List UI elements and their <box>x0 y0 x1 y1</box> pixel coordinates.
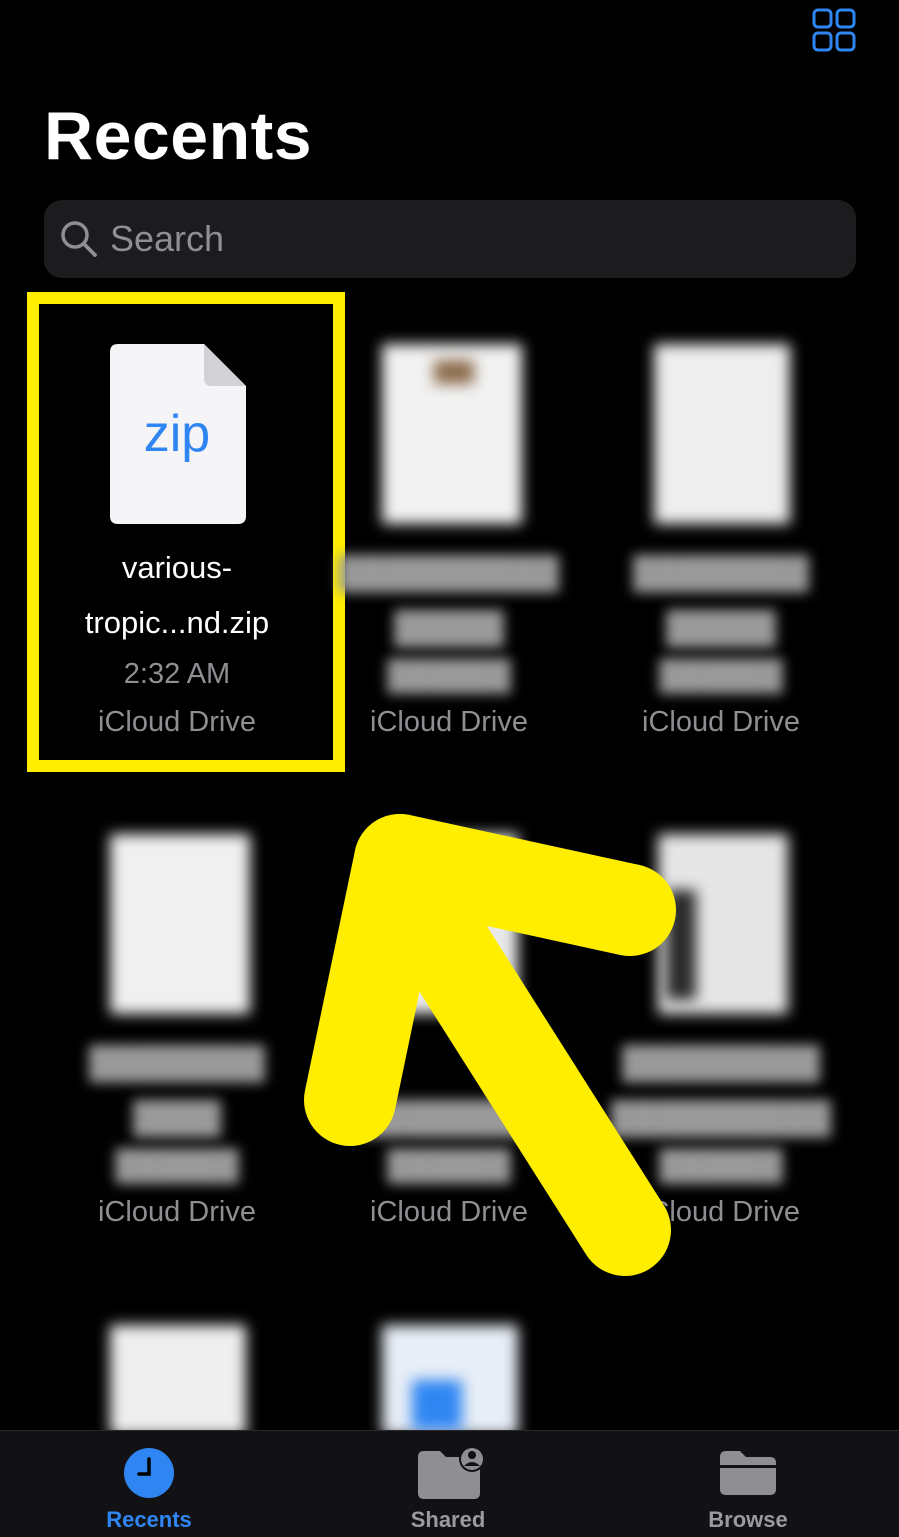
tab-label: Recents <box>106 1507 192 1532</box>
blurred-file-time: ██████ <box>115 1150 239 1182</box>
tab-shared[interactable]: Shared <box>348 1431 548 1537</box>
thumbnail-detail <box>434 360 474 384</box>
shared-folder-icon <box>418 1446 485 1499</box>
blurred-file-name: ████████ <box>89 1045 265 1080</box>
file-tile[interactable]: ██████████ █████ ██████ iCloud Drive <box>314 300 584 760</box>
tab-label: Browse <box>708 1507 788 1532</box>
search-field[interactable]: Search <box>44 200 856 278</box>
folder-icon <box>720 1451 776 1495</box>
blurred-file-name: █████ <box>666 610 776 645</box>
document-thumbnail <box>110 834 250 1014</box>
document-thumbnail <box>654 344 790 524</box>
thumbnail-detail <box>412 1380 462 1430</box>
tab-browse[interactable]: Browse <box>648 1431 848 1537</box>
file-tile[interactable]: ████████ █████ ██████ iCloud Drive <box>586 300 856 760</box>
file-tile[interactable]: ████████ ████ ██████ iCloud Drive <box>42 790 312 1250</box>
clock-icon <box>124 1448 174 1498</box>
arrow-annotation <box>304 814 676 1276</box>
tab-label: Shared <box>410 1507 486 1532</box>
file-location: iCloud Drive <box>642 706 800 738</box>
highlight-box <box>27 292 345 772</box>
grid-icon[interactable] <box>812 8 856 52</box>
blurred-file-name: ██████████ <box>339 555 559 590</box>
blurred-file-name: ████ <box>133 1100 221 1135</box>
file-location: iCloud Drive <box>370 706 528 738</box>
blurred-file-time: ██████ <box>387 660 511 692</box>
file-location: iCloud Drive <box>98 1196 256 1228</box>
blurred-file-name: █████ <box>394 610 504 645</box>
search-icon <box>61 221 97 257</box>
document-thumbnail[interactable] <box>110 1325 246 1435</box>
search-placeholder: Search <box>110 218 225 259</box>
tab-bar: Recents Shared Browse <box>0 1430 899 1537</box>
page-title: Recents <box>44 98 313 174</box>
tab-recents[interactable]: Recents <box>49 1431 249 1537</box>
blurred-file-time: ██████ <box>659 660 783 692</box>
blurred-file-name: ████████ <box>633 555 809 590</box>
